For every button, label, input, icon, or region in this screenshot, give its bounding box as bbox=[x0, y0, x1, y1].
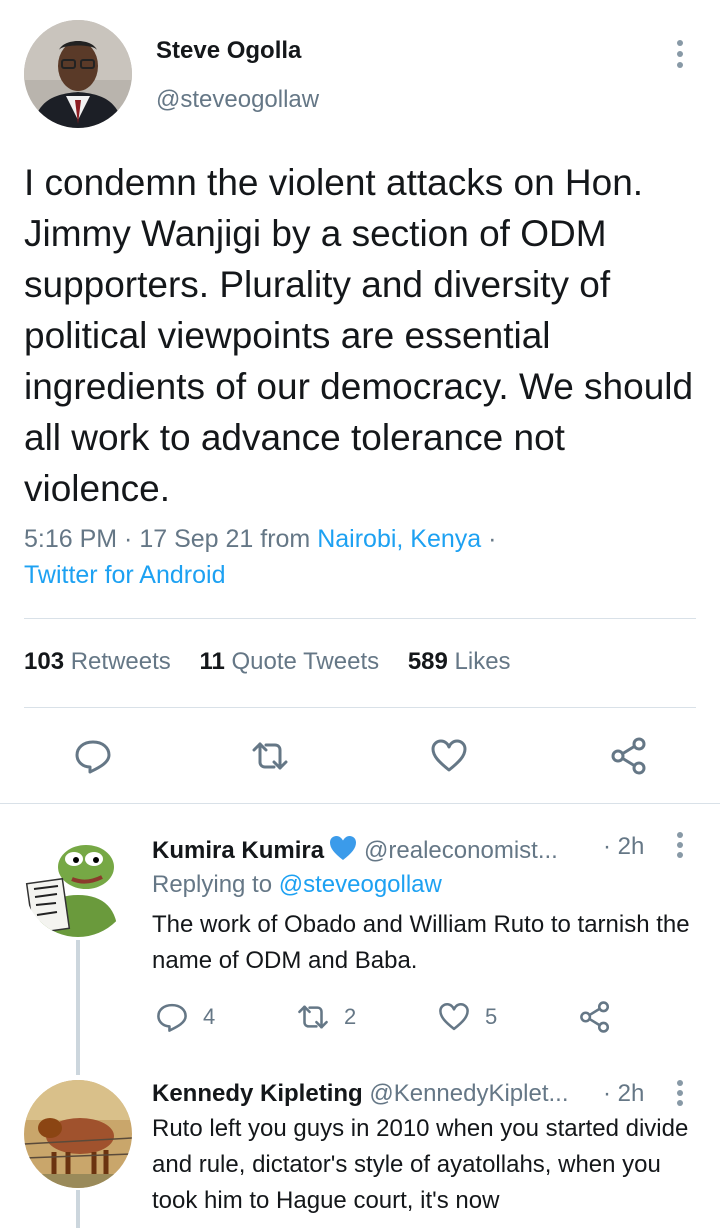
reply-like-action[interactable]: 5 bbox=[437, 1000, 497, 1034]
quote-label: Quote Tweets bbox=[231, 648, 380, 675]
replying-to-prefix: Replying to bbox=[152, 871, 279, 898]
quote-count: 11 bbox=[199, 648, 225, 675]
replying-to-link[interactable]: @steveogollaw bbox=[279, 871, 442, 898]
tweet-timestamp: 5:16 PM · 17 Sep 21 from bbox=[24, 525, 318, 553]
divider bbox=[24, 618, 696, 619]
reply-icon bbox=[157, 1003, 187, 1032]
tweet-source-link[interactable]: Twitter for Android bbox=[24, 561, 225, 590]
section-divider bbox=[0, 803, 720, 804]
like-icon bbox=[439, 1002, 469, 1031]
retweet-icon bbox=[298, 1005, 328, 1029]
like-icon[interactable] bbox=[429, 736, 469, 776]
thread-line bbox=[76, 940, 80, 1075]
retweets-label: Retweets bbox=[70, 648, 171, 675]
reply-author-name[interactable]: Kennedy Kipleting bbox=[152, 1080, 363, 1107]
likes-label: Likes bbox=[454, 648, 511, 675]
divider bbox=[24, 707, 696, 708]
reply-header: Kennedy Kipleting @KennedyKiplet... bbox=[152, 1080, 652, 1108]
tweet-text: I condemn the violent attacks on Hon. Ji… bbox=[24, 162, 694, 509]
likes-stat[interactable]: 589 Likes bbox=[408, 648, 511, 675]
reply-time: · 2h bbox=[603, 833, 645, 860]
reply-time: · 2h bbox=[603, 1080, 645, 1107]
reply-count: 4 bbox=[203, 1004, 216, 1029]
reply-share-action[interactable] bbox=[578, 1000, 626, 1034]
retweet-count: 2 bbox=[344, 1004, 357, 1029]
quote-tweets-stat[interactable]: 11 Quote Tweets bbox=[199, 648, 379, 675]
thread-line bbox=[76, 1190, 80, 1228]
reply-avatar[interactable] bbox=[24, 1080, 132, 1188]
reply-icon[interactable] bbox=[73, 736, 113, 776]
reply-text: The work of Obado and William Ruto to ta… bbox=[152, 911, 690, 974]
share-icon bbox=[580, 1001, 610, 1033]
tweet-location-link[interactable]: Nairobi, Kenya bbox=[317, 525, 481, 553]
blue-heart-icon bbox=[330, 836, 357, 860]
reply-avatar[interactable] bbox=[24, 829, 132, 937]
reply-retweet-action[interactable]: 2 bbox=[296, 1000, 356, 1034]
more-options-icon[interactable] bbox=[664, 1078, 696, 1110]
reply-text: Ruto left you guys in 2010 when you star… bbox=[152, 1115, 689, 1214]
meta-separator: · bbox=[481, 525, 497, 553]
replying-to: Replying to @steveogollaw bbox=[152, 871, 442, 899]
reply-reply-action[interactable]: 4 bbox=[155, 1000, 215, 1034]
reply-header: Kumira Kumira @realeconomist... bbox=[152, 833, 652, 865]
author-handle[interactable]: @steveogollaw bbox=[156, 86, 319, 114]
tweet-stats: 103 Retweets 11 Quote Tweets 589 Likes bbox=[24, 648, 533, 676]
retweets-stat[interactable]: 103 Retweets bbox=[24, 648, 171, 675]
share-icon[interactable] bbox=[609, 736, 649, 776]
reply-author-handle[interactable]: @KennedyKiplet... bbox=[369, 1080, 568, 1107]
likes-count: 589 bbox=[407, 648, 448, 675]
reply-author-name[interactable]: Kumira Kumira bbox=[152, 837, 324, 864]
retweet-icon[interactable] bbox=[250, 736, 290, 776]
author-name[interactable]: Steve Ogolla bbox=[156, 37, 301, 65]
tweet-meta: 5:16 PM · 17 Sep 21 from Nairobi, Kenya … bbox=[24, 525, 496, 554]
like-count: 5 bbox=[485, 1004, 498, 1029]
more-options-icon[interactable] bbox=[664, 36, 696, 72]
reply-author-handle[interactable]: @realeconomist... bbox=[364, 837, 558, 864]
retweets-count: 103 bbox=[24, 648, 65, 675]
more-options-icon[interactable] bbox=[664, 830, 696, 862]
author-avatar[interactable] bbox=[24, 20, 132, 128]
